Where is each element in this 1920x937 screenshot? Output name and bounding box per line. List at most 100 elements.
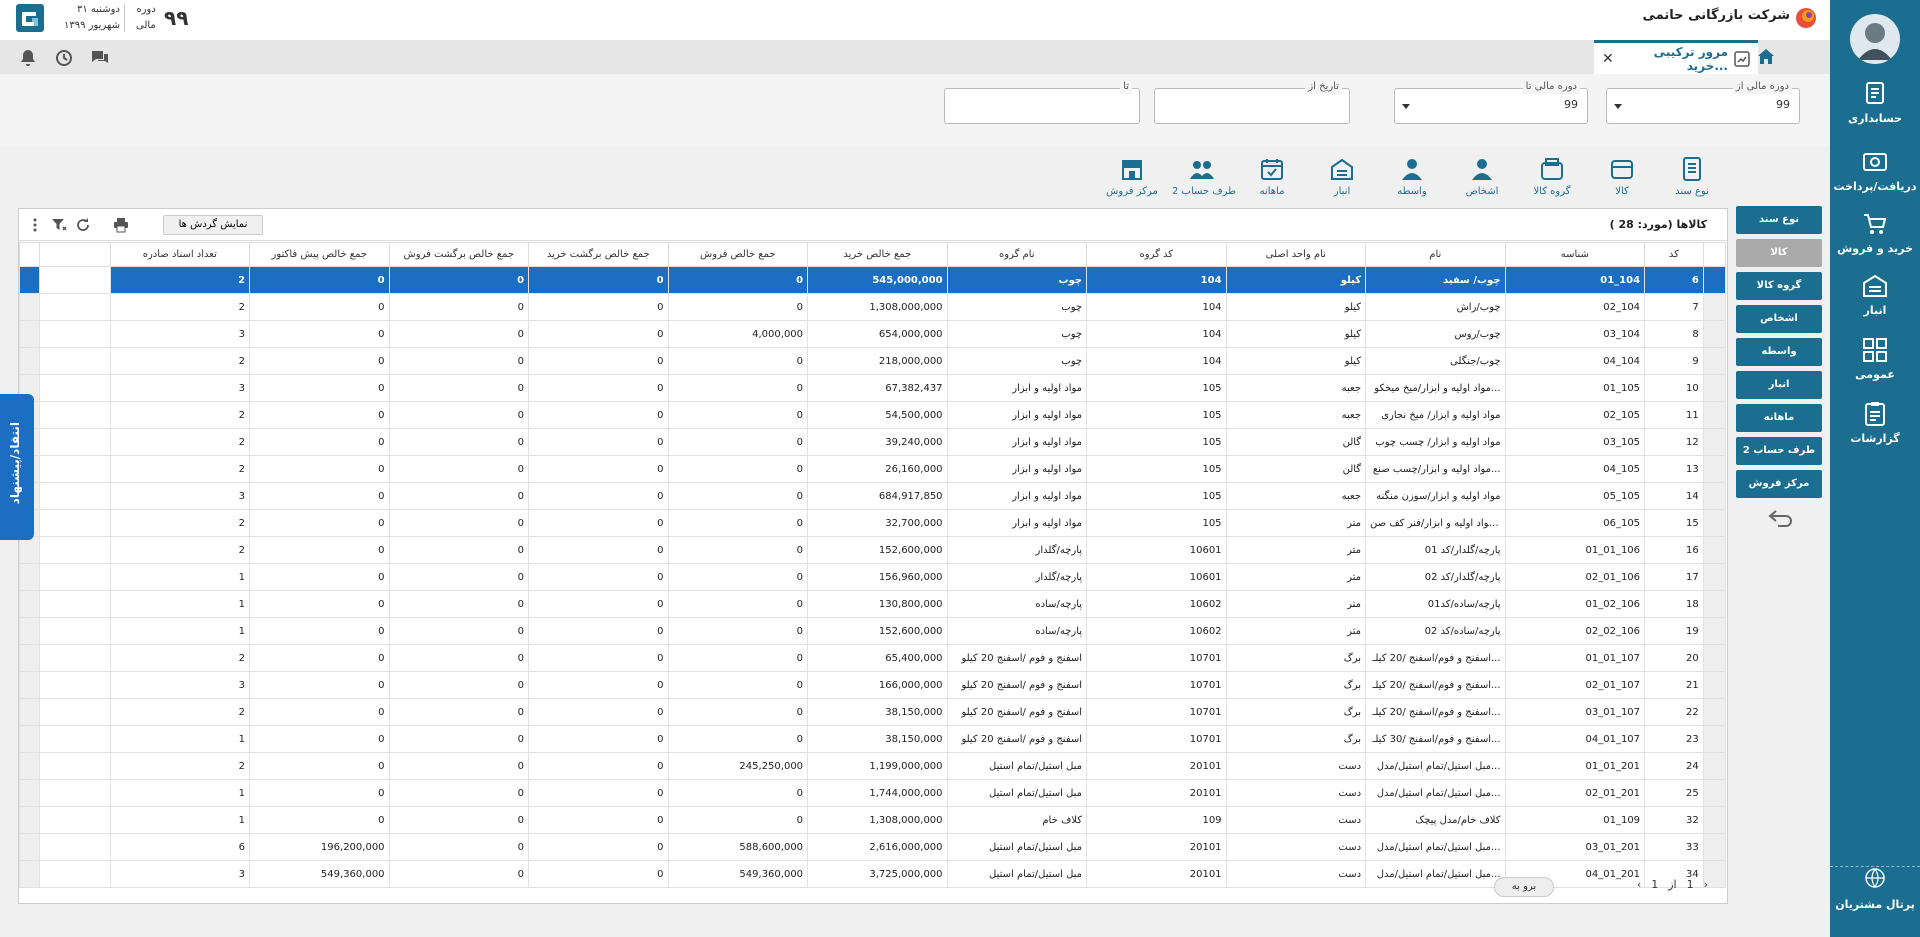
close-icon[interactable]: ✕ [1602, 51, 1614, 67]
chat-icon[interactable] [90, 48, 110, 68]
table-cell: 0 [667, 725, 809, 753]
table-row[interactable]: 2 0 0 0 0 54,500,000 مواد اولیه و ابزار 105 جعبه… [19, 401, 1727, 429]
group-warehouse-button[interactable]: انبار [1312, 156, 1372, 197]
table-cell [1702, 266, 1727, 294]
group-goods-button[interactable]: کالا [1592, 156, 1652, 197]
table-cell [19, 671, 40, 699]
sidebar-item-reports[interactable]: گزارشات [1830, 400, 1920, 445]
group-goods-group-button[interactable]: گروه کالا [1522, 156, 1582, 197]
table-row[interactable]: 6 196,200,000 0 0 588,600,000 2,616,000,000 مب… [19, 833, 1727, 861]
sidebar-item-cart[interactable]: خرید و فروش [1830, 210, 1920, 255]
prev-page-icon[interactable]: ‹ [1637, 878, 1641, 891]
fiscal-period-label: دوره مالی [136, 4, 156, 31]
fiscal-from-select[interactable]: دوره مالی از 99 [1606, 80, 1800, 124]
table-row[interactable]: 2 0 0 0 245,250,000 1,199,000,000 مبل استیل/تم… [19, 752, 1727, 780]
table-row[interactable]: 1 0 0 0 0 38,150,000 اسفنج و فوم /اسفنج 20 کیل… [19, 725, 1727, 753]
table-row[interactable]: 1 0 0 0 0 1,744,000,000 مبل استیل/تمام استیل 20… [19, 779, 1727, 807]
print-icon[interactable] [113, 217, 129, 233]
side-group-button[interactable]: واسطه [1736, 338, 1822, 366]
table-row[interactable]: 3 0 0 0 4,000,000 654,000,000 چوب 104 کیلو چوب/رو… [19, 320, 1727, 348]
table-cell: 0 [388, 293, 530, 321]
table-row[interactable]: 2 0 0 0 0 152,600,000 پارچه/گلدار 10601 متر پارچه… [19, 536, 1727, 564]
table-cell [38, 293, 111, 321]
bell-icon[interactable] [18, 48, 38, 68]
sidebar-item-general[interactable]: عمومی [1830, 336, 1920, 381]
column-header[interactable] [19, 242, 40, 267]
column-header[interactable]: تعداد اسناد صادره [109, 242, 251, 267]
table-row[interactable]: 3 0 0 0 0 67,382,437 مواد اولیه و ابزار 105 جعبه… [19, 374, 1727, 402]
column-header[interactable]: جمع خالص پیش فاکتور [249, 242, 390, 267]
next-page-icon[interactable]: › [1704, 878, 1708, 891]
table-row[interactable]: 2 0 0 0 0 1,308,000,000 چوب 104 کیلو چوب/راش 02_10… [19, 293, 1727, 321]
avatar[interactable] [1850, 14, 1900, 64]
group-broker-button[interactable]: واسطه [1382, 156, 1442, 197]
table-row[interactable]: 1 0 0 0 0 156,960,000 پارچه/گلدار 10601 متر پارچه… [19, 563, 1727, 591]
table-cell: کلاف خام/مدل پیچک [1365, 806, 1506, 834]
refresh-icon[interactable] [75, 217, 91, 233]
column-header[interactable]: جمع خالص فروش [667, 242, 809, 267]
group-people-button[interactable]: طرف حساب 2 [1172, 156, 1236, 197]
table-cell: 2 [109, 536, 251, 564]
table-row[interactable]: 2 0 0 0 0 545,000,000 چوب 104 کیلو چوب/ سفید 01_10… [19, 266, 1727, 294]
column-header[interactable]: جمع خالص خرید [807, 242, 948, 267]
group-button-label: گروه کالا [1533, 186, 1571, 197]
table-cell: پارچه/ساده [946, 617, 1088, 645]
table-cell [1702, 779, 1727, 807]
side-group-button[interactable]: طرف حساب 2 [1736, 437, 1822, 465]
column-header[interactable]: شناسه [1504, 242, 1646, 267]
table-cell: مبل استیل/تمام استیل [946, 833, 1088, 861]
table-row[interactable]: 2 0 0 0 0 38,150,000 اسفنج و فوم /اسفنج 20 کیل… [19, 698, 1727, 726]
feedback-tab[interactable]: انتقاد/پیشنهاد [0, 394, 34, 540]
column-header[interactable]: جمع خالص برگشت فروش [388, 242, 530, 267]
side-group-button[interactable]: انبار [1736, 371, 1822, 399]
table-cell: 02_02_106 [1504, 617, 1646, 645]
show-turnover-button[interactable]: نمایش گردش ها [163, 215, 263, 235]
column-header[interactable] [38, 242, 111, 267]
more-icon[interactable] [27, 217, 43, 233]
table-cell: اسفنج و فوم /اسفنج 20 کیلو [946, 698, 1088, 726]
side-group-button[interactable]: اشخاص [1736, 305, 1822, 333]
group-doc-type-button[interactable]: نوع سند [1662, 156, 1722, 197]
table-row[interactable]: 2 0 0 0 0 26,160,000 مواد اولیه و ابزار 105 گالن… [19, 455, 1727, 483]
table-row[interactable]: 3 0 0 0 0 166,000,000 اسفنج و فوم /اسفنج 20 کی… [19, 671, 1727, 699]
side-group-button[interactable]: کالا [1736, 239, 1822, 267]
date-to-input[interactable]: تا [944, 80, 1140, 124]
history-icon[interactable] [54, 48, 74, 68]
table-cell: 1,308,000,000 [807, 806, 948, 834]
table-row[interactable]: 2 0 0 0 0 32,700,000 مواد اولیه و ابزار 105 متر م… [19, 509, 1727, 537]
goto-page-button[interactable]: برو به [1494, 877, 1554, 897]
table-row[interactable]: 3 0 0 0 0 684,917,850 مواد اولیه و ابزار 105 جعب… [19, 482, 1727, 510]
column-header[interactable]: کد [1644, 242, 1704, 267]
table-row[interactable]: 1 0 0 0 0 130,800,000 پارچه/ساده 10602 متر پارچه/… [19, 590, 1727, 618]
column-header[interactable]: کد گروه [1086, 242, 1227, 267]
column-header[interactable]: نام گروه [946, 242, 1088, 267]
table-cell: 0 [667, 563, 809, 591]
table-row[interactable]: 2 0 0 0 0 39,240,000 مواد اولیه و ابزار 105 گالن… [19, 428, 1727, 456]
filter-icon[interactable] [51, 217, 67, 233]
date-from-input[interactable]: تاریخ از [1154, 80, 1350, 124]
side-group-button[interactable]: ماهانه [1736, 404, 1822, 432]
group-store-button[interactable]: مرکز فروش [1102, 156, 1162, 197]
fiscal-to-select[interactable]: دوره مالی تا 99 [1394, 80, 1588, 124]
home-tab[interactable] [1746, 40, 1786, 74]
customer-portal-link[interactable]: پرتال مشتریان [1830, 866, 1920, 911]
group-calendar-button[interactable]: ماهانه [1242, 156, 1302, 197]
table-cell: 245,250,000 [667, 752, 809, 780]
sidebar-item-accounting[interactable]: حسابداری [1830, 80, 1920, 125]
side-group-button[interactable]: نوع سند [1736, 206, 1822, 234]
tab-combined-review[interactable]: ✕ مرور ترکیبی خرید... [1594, 40, 1758, 74]
sidebar-item-payment[interactable]: دریافت/پرداخت [1830, 148, 1920, 193]
table-row[interactable]: 1 0 0 0 0 1,308,000,000 کلاف خام 109 دست کلاف خام… [19, 806, 1727, 834]
column-header[interactable]: نام واحد اصلی [1225, 242, 1367, 267]
back-arrow-icon[interactable] [1764, 506, 1794, 536]
side-group-button[interactable]: مرکز فروش [1736, 470, 1822, 498]
column-header[interactable]: نام [1365, 242, 1506, 267]
table-row[interactable]: 2 0 0 0 0 218,000,000 چوب 104 کیلو چوب/جنگلی 04_10… [19, 347, 1727, 375]
table-row[interactable]: 2 0 0 0 0 65,400,000 اسفنج و فوم /اسفنج 20 کیل… [19, 644, 1727, 672]
group-person-button[interactable]: اشخاص [1452, 156, 1512, 197]
column-header[interactable]: جمع خالص برگشت خرید [528, 242, 669, 267]
side-group-button[interactable]: گروه کالا [1736, 272, 1822, 300]
table-row[interactable]: 1 0 0 0 0 152,600,000 پارچه/ساده 10602 متر پارچه/… [19, 617, 1727, 645]
sidebar-item-warehouse[interactable]: انبار [1830, 272, 1920, 317]
column-header[interactable] [1702, 242, 1727, 267]
